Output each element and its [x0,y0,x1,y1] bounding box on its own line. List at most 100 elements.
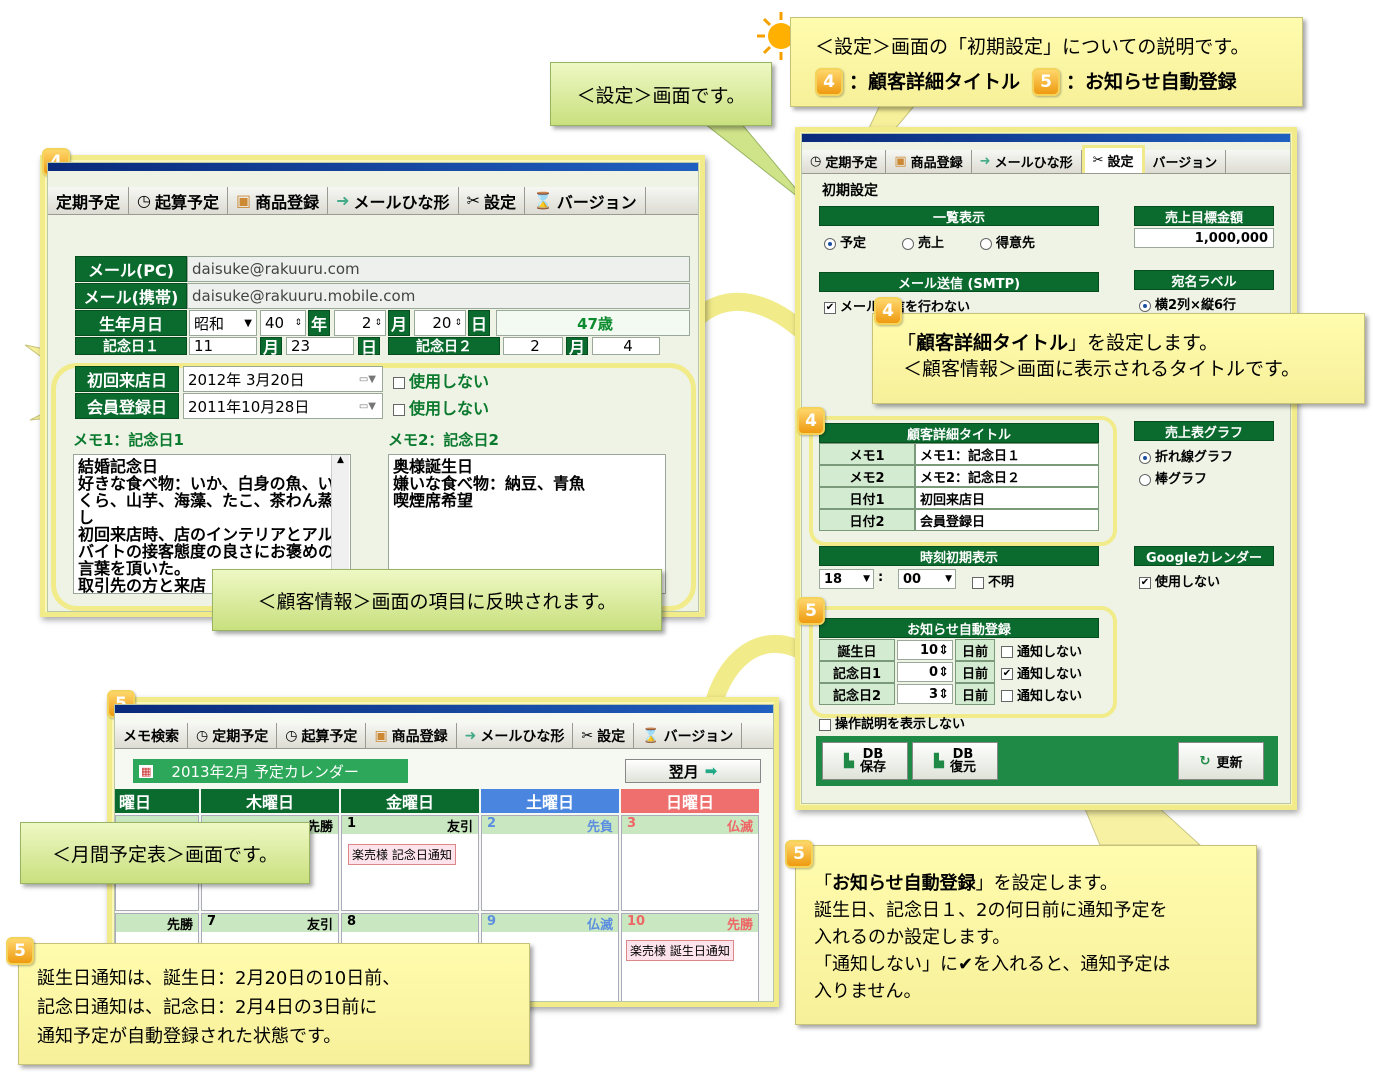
arrow-right-icon: ➡ [704,762,718,780]
notify-checkbox[interactable]: 通知しない [1001,685,1082,704]
sales-target-input[interactable]: 1,000,000 [1134,228,1274,248]
detail-row-value[interactable]: メモ2：記念日２ [915,465,1099,487]
kinen2-month[interactable]: 2 [503,337,563,355]
detail-row-key: メモ1 [819,443,915,465]
top-callout-item5: ：お知らせ自動登録 [1066,71,1237,93]
db-restore-button[interactable]: ▙ DB 復元 [912,742,998,780]
sales-graph-header: 売上表グラフ [1134,421,1274,441]
kinen1-day-unit: 日 [358,337,380,357]
google-calendar-checkbox[interactable]: ✔ 使用しない [1139,571,1220,590]
detail-title-header: 顧客詳細タイトル [819,423,1099,443]
tab-shohin[interactable]: ▣ 商品登録 [886,150,972,173]
version-icon: ⌛ [642,727,660,744]
address-label-option[interactable]: 横2列×縦6行 [1139,294,1236,313]
kinen2-label: 記念日２ [388,337,500,355]
day-cell[interactable]: 2 先負 [481,815,619,911]
tab-mail-template[interactable]: ➜ メールひな形 [328,187,459,214]
first-visit-date[interactable]: 2012年 3月20日 ▭▼ [183,366,383,392]
tab-settings[interactable]: ✂ 設定 [573,723,635,748]
radio-line-graph[interactable]: 折れ線グラフ [1139,446,1233,465]
hour-select[interactable]: 18 ▼ [819,569,874,589]
hide-help-checkbox[interactable]: 操作説明を表示しない [819,713,965,732]
callout5-badge: 5 [785,840,813,868]
tab-shohin[interactable]: ▣ 商品登録 [366,723,457,748]
tab-version[interactable]: バージョン [1145,150,1227,173]
top-callout-line1: ＜設定＞画面の「初期設定」についての説明です。 [815,36,1250,58]
tab-settings-active[interactable]: ✂ 設定 [1081,145,1145,173]
kinen2-day[interactable]: 4 [592,337,660,355]
mail-mobile-field[interactable]: daisuke@rakuuru.mobile.com [187,283,690,309]
year-stepper[interactable]: 40 ⇕ [260,310,306,336]
detail-row-value[interactable]: 初回来店日 [915,487,1099,509]
settings-badge-4: 4 [797,407,825,435]
kinen2-month-unit: 月 [566,337,588,357]
title-bar [48,163,698,171]
radio-yotei[interactable]: 予定 [824,232,866,251]
tab-version[interactable]: ⌛ バージョン [634,723,743,748]
callout5-line2: 誕生日、記念日１、2の何日前に通知予定を [814,900,1168,921]
monthly-screen-label: ＜月間予定表＞画面です。 [20,822,310,884]
detail-row-value[interactable]: メモ1：記念日１ [915,443,1099,465]
clock-icon: ◷ [285,727,298,744]
list-display-options[interactable]: 予定 売上 得意先 [824,232,1035,251]
callout4-bold: 顧客詳細タイトル [916,332,1069,354]
notify-days-unit: 日前 [955,639,995,661]
era-select[interactable]: 昭和 ▼ [189,310,257,336]
birthday-label: 生年月日 [75,310,187,336]
mail-pc-field[interactable]: daisuke@rakuuru.com [187,256,690,282]
notify-checkbox[interactable]: ✔ 通知しない [1001,663,1082,682]
notify-checkbox[interactable]: 通知しない [1001,641,1082,660]
calendar-dropdown-icon[interactable]: ▭▼ [359,374,382,385]
day-cell[interactable]: 1 友引 楽売様 記念日通知 [341,815,479,911]
notify-days-stepper[interactable]: 0 ⇕ [897,662,953,682]
day-cell[interactable]: 3 仏滅 [621,815,759,911]
tab-teiki[interactable]: ◷ 定期予定 [188,723,278,748]
tab-kisan[interactable]: ◷ 起算予定 [277,723,367,748]
bottom-callout-line3: 通知予定が自動登録された状態です。 [37,1026,342,1047]
gift-icon: ▣ [894,154,907,169]
tab-settings[interactable]: ✂ 設定 [459,187,525,214]
radio-bar-graph[interactable]: 棒グラフ [1139,468,1207,487]
kinen1-month[interactable]: 11 [189,337,257,355]
event-birthday-notify[interactable]: 楽売様 誕生日通知 [626,940,734,961]
tab-shohin[interactable]: ▣ 商品登録 [228,187,329,214]
tab-kisan[interactable]: ◷ 起算予定 [129,187,228,214]
member-unused[interactable]: 使用しない [393,395,489,419]
next-month-button[interactable]: 翌月 ➡ [625,759,761,783]
notify-days-stepper[interactable]: 3 ⇕ [897,684,953,704]
notify-days-stepper[interactable]: 10 ⇕ [897,640,953,660]
day-cell[interactable]: 10 先勝 楽売様 誕生日通知 [621,913,759,1001]
tab-version[interactable]: ⌛ バージョン [525,187,646,214]
bottom-callout: 誕生日通知は、誕生日：2月20日の10日前、 記念日通知は、記念日：2月4日の3… [18,943,530,1065]
tab-teiki[interactable]: ◷ 定期予定 [802,150,887,173]
detail-row-key: 日付1 [819,487,915,509]
weekday-label-sat: 土曜日 [481,789,619,813]
kinen1-day[interactable]: 23 [286,337,354,355]
detail-row-value[interactable]: 会員登録日 [915,509,1099,531]
calendar-dropdown-icon[interactable]: ▭▼ [359,401,382,412]
db-save-button[interactable]: ▙ DB 保存 [822,742,908,780]
address-label-header: 宛名ラベル [1134,270,1274,290]
calendar-icon: ▦ [139,764,154,778]
tab-memo-search[interactable]: メモ検索 [115,723,188,748]
reflect-callout: ＜顧客情報＞画面の項目に反映されます。 [212,569,662,631]
tab-mail-template[interactable]: ➜ メールひな形 [972,150,1082,173]
callout4-line2: ＜顧客情報＞画面に表示されるタイトルです。 [903,358,1301,380]
notify-row-key: 誕生日 [819,639,895,661]
member-date[interactable]: 2011年10月28日 ▭▼ [183,393,383,419]
month-stepper[interactable]: 2 ⇕ [334,310,386,336]
minute-select[interactable]: 00 ▼ [898,569,956,589]
top-callout-item4: ：顧客詳細タイトル [849,71,1021,93]
radio-tokuisaki[interactable]: 得意先 [980,232,1035,251]
radio-uriage[interactable]: 売上 [902,232,944,251]
first-visit-unused[interactable]: 使用しない [393,368,489,392]
customer-screen: 定期予定 ◷ 起算予定 ▣ 商品登録 ➜ メールひな形 ✂ 設定 ⌛ バージョン メール(… [47,162,699,612]
list-display-header: 一覧表示 [819,206,1099,226]
gift-icon: ▣ [374,727,388,744]
update-button[interactable]: ↻ 更新 [1178,742,1264,780]
tab-mail-template[interactable]: ➜ メールひな形 [457,723,574,748]
unknown-checkbox[interactable]: 不明 [972,571,1014,590]
tab-teiki[interactable]: 定期予定 [48,187,130,214]
event-kinen-notify[interactable]: 楽売様 記念日通知 [348,844,456,865]
day-stepper[interactable]: 20 ⇕ [414,310,466,336]
